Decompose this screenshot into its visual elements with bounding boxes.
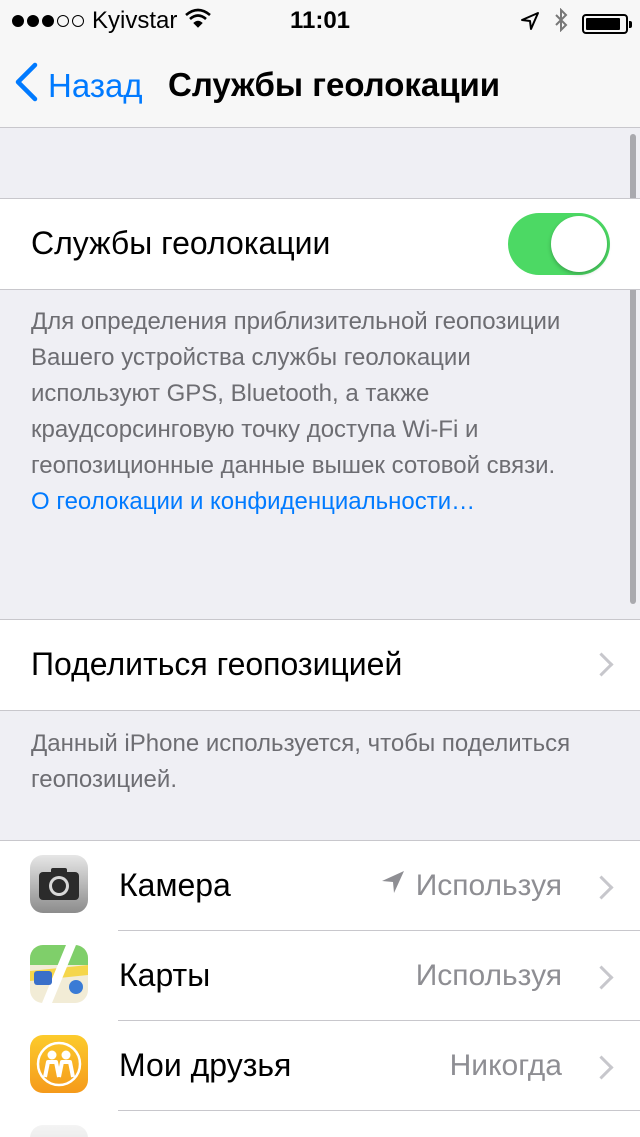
navigation-bar: Назад Службы геолокации xyxy=(0,40,640,128)
description-text: Для определения приблизительной геопозиц… xyxy=(31,308,561,479)
page-title: Службы геолокации xyxy=(168,66,501,103)
chevron-left-icon xyxy=(14,62,38,110)
app-list: Камера Используя Карты Используя Мои дру… xyxy=(0,840,640,1137)
maps-icon xyxy=(30,945,88,1003)
privacy-link[interactable]: О геолокации и конфиденциальности… xyxy=(31,488,475,515)
location-services-toggle[interactable] xyxy=(508,213,610,275)
share-location-footer: Данный iPhone используется, чтобы подели… xyxy=(31,730,571,793)
location-services-label: Службы геолокации xyxy=(31,225,331,261)
toggle-knob xyxy=(551,216,607,272)
app-row-maps[interactable]: Карты Используя xyxy=(0,931,640,1021)
back-label: Назад xyxy=(48,67,143,104)
permission-value: Используя xyxy=(415,869,562,902)
location-services-row: Службы геолокации xyxy=(0,198,640,290)
battery-icon xyxy=(582,13,632,34)
permission-value: Используя xyxy=(415,959,562,992)
chevron-right-icon xyxy=(589,965,614,990)
app-permission: Используя xyxy=(416,959,562,993)
app-row-find-friends[interactable]: Мои друзья Никогда xyxy=(0,1021,640,1111)
app-name: Карты xyxy=(119,957,211,993)
app-icon-partial xyxy=(30,1125,88,1137)
status-right xyxy=(520,7,632,39)
chevron-right-icon xyxy=(589,652,614,677)
app-row-partial[interactable] xyxy=(0,1111,640,1137)
app-name: Мои друзья xyxy=(119,1047,292,1083)
find-friends-icon xyxy=(30,1035,88,1093)
share-location-label: Поделиться геопозицией xyxy=(31,646,403,682)
location-arrow-icon xyxy=(520,10,540,38)
app-permission: Используя xyxy=(380,869,562,903)
app-name: Камера xyxy=(119,867,231,903)
status-bar: Kyivstar 11:01 xyxy=(0,0,640,40)
bluetooth-icon xyxy=(554,7,568,39)
app-permission: Никогда xyxy=(450,1049,562,1083)
app-row-camera[interactable]: Камера Используя xyxy=(0,841,640,931)
chevron-right-icon xyxy=(589,875,614,900)
permission-value: Никогда xyxy=(449,1049,562,1082)
location-arrow-icon xyxy=(380,869,406,903)
location-services-description: Для определения приблизительной геопозиц… xyxy=(31,304,591,520)
chevron-right-icon xyxy=(589,1055,614,1080)
share-location-row[interactable]: Поделиться геопозицией xyxy=(0,619,640,711)
camera-icon xyxy=(30,855,88,913)
back-button[interactable]: Назад xyxy=(14,62,143,110)
